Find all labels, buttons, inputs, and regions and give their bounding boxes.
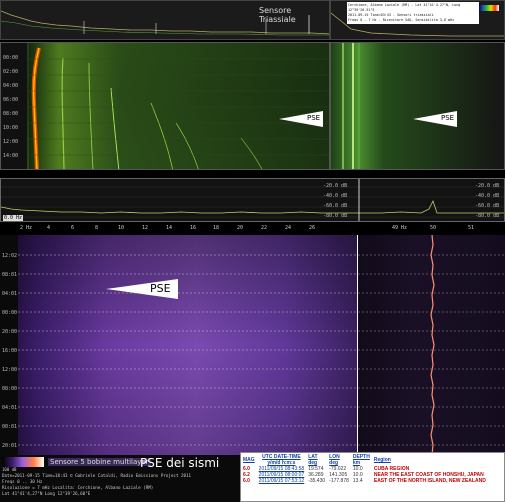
col-header-lat: LAT deg [308,454,318,466]
waterfall-time-label: 02:00 [3,69,19,75]
footer-bar: 100 dB Sensore 5 bobine multilayer PSE d… [0,455,240,502]
freq-tick: 49 Hz [392,225,408,231]
cell-mag: 6.0 [243,478,250,484]
spectrum-title: Sensore Triassiale [259,6,296,24]
db-label: -60.0 dB [475,203,500,209]
bottom-time-label: 20:00 [2,329,18,335]
waterfall-time-label: 00:00 [3,55,19,61]
col-header-region: Region [373,457,391,463]
freq-tick: 6 [71,225,75,231]
col-header-lon: LON deg [329,454,340,466]
freq-tick: 16 [190,225,197,231]
info-line: Cerchione, Albano Laziale (RM) - Lat 41°… [348,3,461,12]
bottom-right-overlay [358,235,505,455]
pse-label-top-right: PSE [441,114,455,122]
bottom-time-label: 04:01 [2,405,18,411]
db-label: -80.0 dB [323,213,348,219]
footer-info: Date=2011-09-15 Time=18:43 © Gabriele Ca… [2,473,191,497]
bottom-time-label: 00:00 [2,310,18,316]
cell-depth: 13.4 [352,478,363,484]
event-table: MAG UTC DATE-TIME y/m/d h:m:s LAT deg LO… [241,454,488,484]
db-label: -60.0 dB [323,203,348,209]
waterfall-lines [1,43,329,169]
bottom-time-label: 08:00 [2,386,18,392]
cell-lon: -177.878 [329,478,349,484]
pse-title: PSE dei sismi [140,456,220,470]
col-header-date: UTC DATE-TIME y/m/d h:m:s [262,454,301,466]
middle-spectrum-graph [1,179,504,221]
info-line: Freqs 0 - 7 Hz - Ricevitore SAQ, Sensibi… [348,18,455,22]
bottom-waterfall-right [357,235,505,455]
bottom-time-label: 00:01 [2,424,18,430]
earthquake-event-table: MAG UTC DATE-TIME y/m/d h:m:s LAT deg LO… [240,452,505,502]
pse-label-bottom: PSE [150,282,171,295]
waterfall-time-label: 10:00 [3,125,19,131]
bottom-time-label: 16:00 [2,348,18,354]
cell-date[interactable]: 2011/09/15 07:53:12 [257,478,307,484]
bottom-time-label: 04:01 [2,291,18,297]
db-label: -20.0 dB [323,183,348,189]
sensor-label: Sensore 5 bobine multilayer [48,458,151,466]
table-row[interactable]: 6.0 2011/09/15 07:53:12 -35.430 -177.878… [241,478,488,484]
scale-label: 100 dB [2,467,17,472]
waterfall-time-label: 04:00 [3,83,19,89]
freq-tick: 14 [166,225,173,231]
color-scale-strip [2,457,44,467]
bottom-time-label: 12:00 [2,367,18,373]
top-waterfall-right: PSE [330,42,505,170]
cell-lat: -35.430 [308,478,326,484]
freq-tick: 8 [95,225,99,231]
col-header-mag: MAG [243,457,255,463]
waterfall-time-label: 12:00 [3,139,19,145]
bottom-time-label: 12:02 [2,253,18,259]
col-header-depth: DEPTH km [352,454,370,466]
db-label: -40.0 dB [323,193,348,199]
top-spectrum-panel: Sensore Triassiale [0,0,330,40]
waterfall-time-label: 06:00 [3,97,19,103]
freq-tick: 51 [468,225,475,231]
hz-label: 0.0 Hz [3,215,24,221]
pse-label-top-left: PSE [307,114,321,122]
db-label: -80.0 dB [475,213,500,219]
bottom-waterfall-overlay [0,235,357,455]
top-right-spectrum-panel: Cerchione, Albano Laziale (RM) - Lat 41°… [330,0,505,40]
middle-spectrum-panel: -20.0 dB -40.0 dB -60.0 dB -80.0 dB -20.… [0,178,505,222]
freq-tick: 18 [213,225,220,231]
freq-tick: 50 [430,225,437,231]
freq-tick: 26 [309,225,316,231]
freq-tick: 20 [237,225,244,231]
freq-tick: 22 [261,225,268,231]
color-scale-bar [479,5,499,11]
freq-tick: 4 [47,225,51,231]
db-label: -40.0 dB [475,193,500,199]
waterfall-time-label: 14:00 [3,153,19,159]
footer-line: Lat 41°41'4,27"N Long 12°39'26,60"E [2,491,91,496]
freq-tick: 10 [118,225,125,231]
freq-tick: 24 [285,225,292,231]
table-header-row: MAG UTC DATE-TIME y/m/d h:m:s LAT deg LO… [241,454,488,466]
bottom-time-label: 20:01 [2,443,18,449]
waterfall-time-label: 08:00 [3,111,19,117]
bottom-waterfall-left: 12:02 08:01 04:01 00:00 20:00 16:00 12:0… [0,235,357,455]
info-box: Cerchione, Albano Laziale (RM) - Lat 41°… [347,2,479,24]
top-waterfall-left: 00:00 02:00 04:00 06:00 08:00 10:00 12:0… [0,42,330,170]
frequency-axis: 2 Hz 4 6 8 10 12 14 16 18 20 22 24 26 49… [0,224,505,234]
waterfall-right-lines [331,43,504,169]
cell-region: EAST OF THE NORTH ISLAND, NEW ZEALAND [373,478,486,484]
freq-tick: 2 Hz [20,225,33,231]
freq-tick: 12 [142,225,149,231]
bottom-time-label: 08:01 [2,272,18,278]
db-label: -20.0 dB [475,183,500,189]
